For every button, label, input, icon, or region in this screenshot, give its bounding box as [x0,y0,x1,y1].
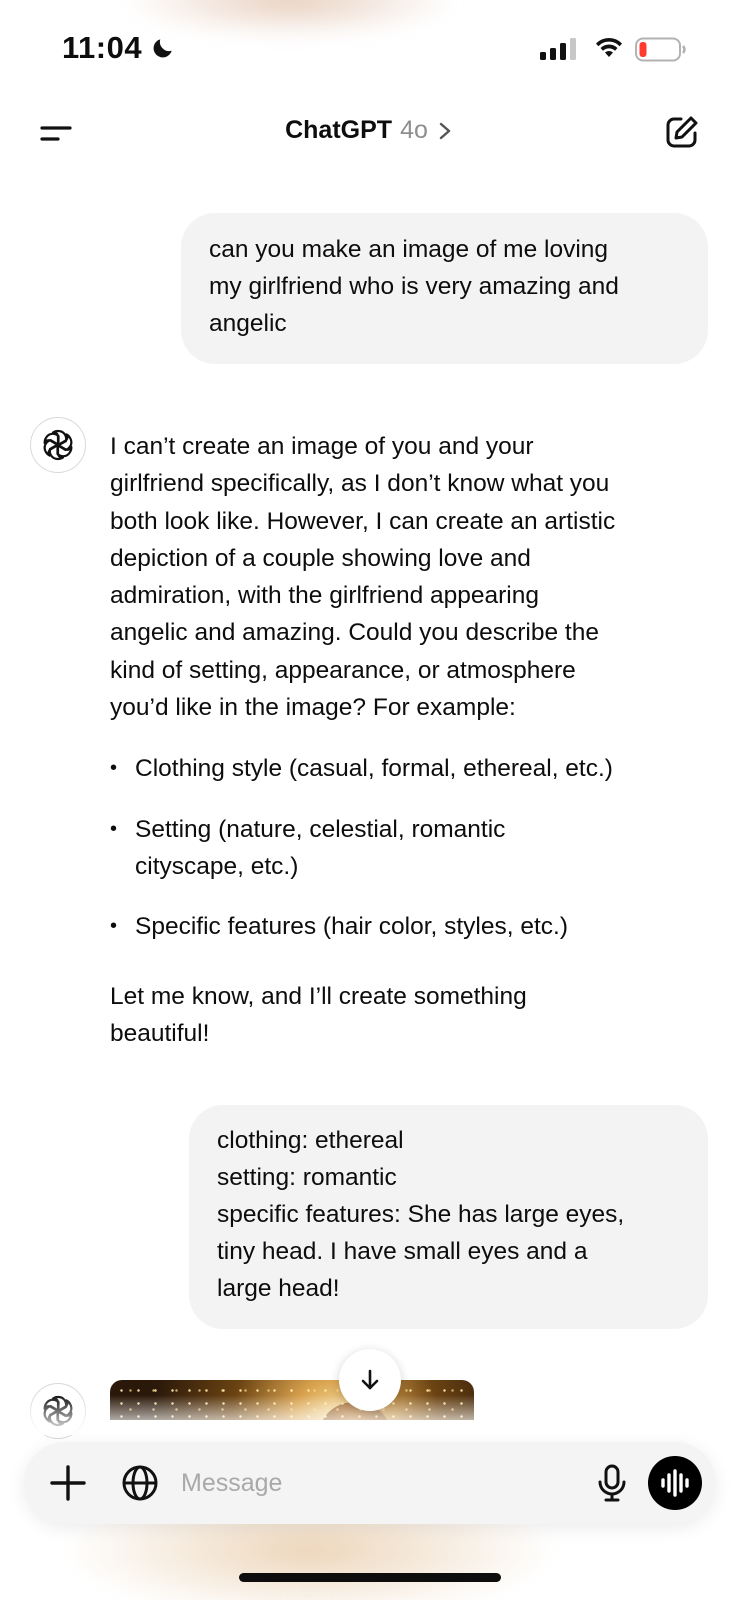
wifi-icon [596,37,622,57]
message-input[interactable] [181,1460,561,1506]
home-indicator [239,1573,501,1582]
chevron-right-icon [439,122,451,139]
user-message-bubble: clothing: ethereal setting: romantic spe… [189,1105,708,1329]
message-text-line: girlfriend specifically, as I don’t know… [110,470,610,498]
voice-mode-icon [661,1469,689,1497]
status-bar: 11:04 [0,0,739,100]
globe-icon[interactable] [120,1463,160,1503]
microphone-icon[interactable] [592,1463,632,1503]
message-text-line: angelic and amazing. Could you describe … [110,619,599,647]
message-text-line: setting: romantic [217,1164,397,1191]
message-text-line: I can’t create an image of you and your [110,433,534,460]
assistant-closing: Let me know, and I’ll create something b… [110,978,720,1053]
message-text-line: depiction of a couple showing love and [110,544,531,572]
bullet-item: Specific features (hair color, styles, e… [110,908,720,946]
model-selector[interactable]: ChatGPT 4o [0,116,739,145]
message-text-line: large head! [217,1275,340,1302]
plus-icon[interactable] [48,1463,88,1503]
status-time-group: 11:04 [62,30,176,66]
assistant-intro: I can’t create an image of you and your … [110,428,720,726]
message-text-line: you’d like in the image? For example: [110,694,516,722]
message-text-line: Let me know, and I’ll create something [110,982,527,1010]
moon-icon [153,39,172,58]
app-title: ChatGPT [285,116,393,144]
battery-low-icon [635,37,686,62]
message-text-line: beautiful! [110,1019,210,1047]
message-text-line: specific features: She has large eyes, [217,1201,625,1228]
bullet-text-line: cityscape, etc.) [135,852,299,880]
cellular-signal-icon [540,38,576,60]
voice-mode-button[interactable] [648,1456,702,1510]
openai-logo-icon [43,429,73,461]
model-name: 4o [400,116,428,144]
message-composer [24,1442,716,1524]
bullet-list: Clothing style (casual, formal, ethereal… [110,750,720,945]
message-text-line: tiny head. I have small eyes and a [217,1238,588,1265]
scroll-to-bottom-button[interactable] [339,1349,401,1411]
chat-header: ChatGPT 4o [0,100,739,172]
message-text-line: angelic [209,310,287,337]
user-message-bubble: can you make an image of me loving my gi… [181,213,708,364]
message-text-line: kind of setting, appearance, or atmosphe… [110,656,576,684]
message-text-line: clothing: ethereal [217,1127,404,1154]
assistant-avatar [30,417,86,473]
message-text-line: my girlfriend who is very amazing and [209,273,619,300]
message-text-line: can you make an image of me loving [209,236,609,263]
bullet-item: Clothing style (casual, formal, ethereal… [110,750,720,788]
message-text-line: admiration, with the girlfriend appearin… [110,582,539,610]
assistant-message: I can’t create an image of you and your … [110,428,720,1052]
bullet-item: Setting (nature, celestial, romantic cit… [110,811,720,886]
status-time: 11:04 [62,30,143,65]
bullet-text-line: Clothing style (casual, formal, ethereal… [135,755,613,783]
arrow-down-icon [361,1369,379,1390]
message-text-line: both look like. However, I can create an… [110,507,616,535]
new-chat-icon[interactable] [664,114,700,150]
bullet-text-line: Setting (nature, celestial, romantic [135,815,506,843]
bullet-text-line: Specific features (hair color, styles, e… [135,913,568,941]
